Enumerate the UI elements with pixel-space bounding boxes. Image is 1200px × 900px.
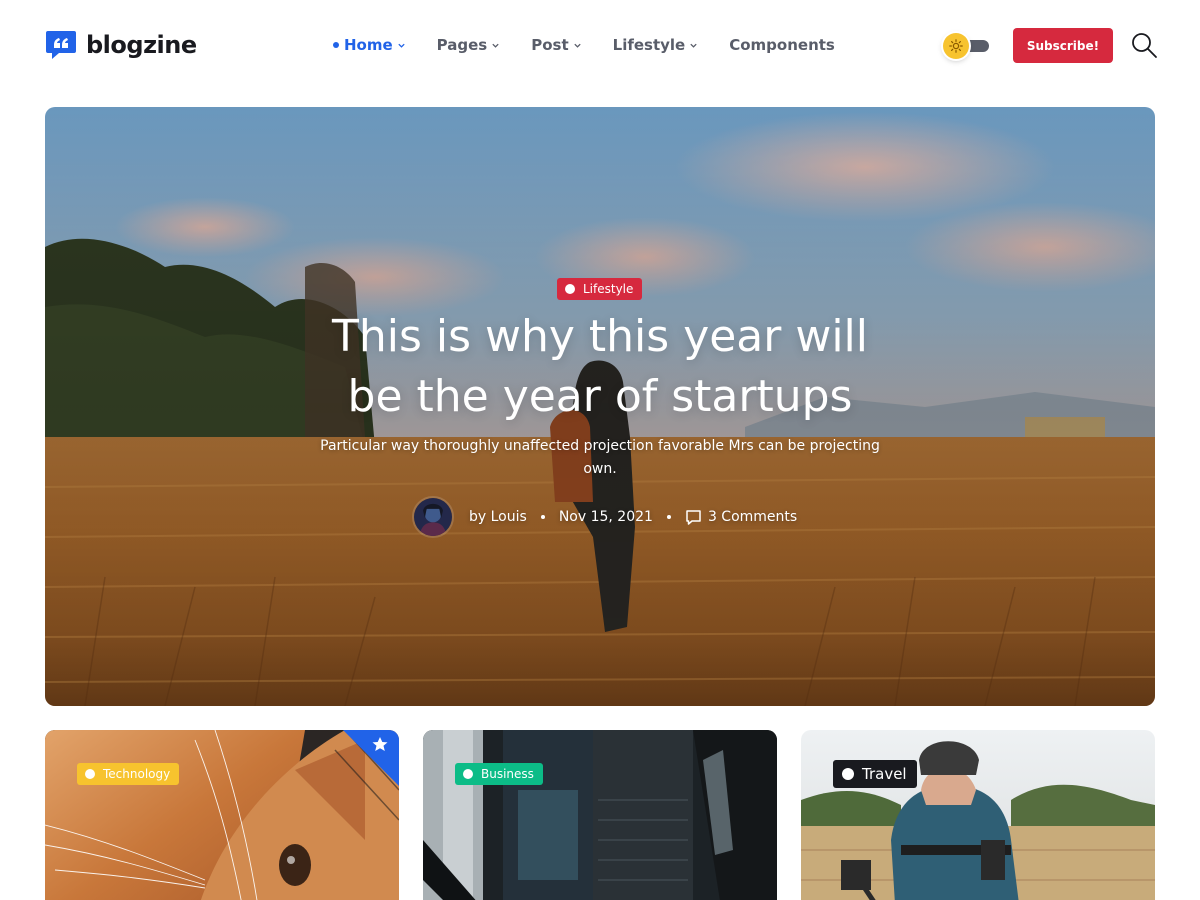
brand-logo[interactable]: blogzine	[45, 29, 197, 61]
category-badge[interactable]: Lifestyle	[557, 278, 643, 300]
nav-item-label: Pages	[436, 36, 488, 54]
post-card-travel[interactable]: Travel	[801, 730, 1155, 900]
author-avatar[interactable]	[412, 496, 454, 538]
active-dot	[333, 42, 339, 48]
chevron-down-icon	[492, 43, 499, 48]
meta-separator	[540, 515, 545, 519]
post-card-technology[interactable]: Technology	[45, 730, 399, 900]
comment-icon	[686, 509, 701, 525]
post-card-business[interactable]: Business	[423, 730, 777, 900]
nav-item-post[interactable]: Post	[531, 33, 581, 57]
hiker-image	[801, 730, 1155, 900]
post-meta: by Louis Nov 15, 2021 3 Comments	[412, 496, 797, 538]
chevron-down-icon	[573, 43, 581, 48]
featured-corner-badge	[343, 730, 399, 786]
nav-item-label: Lifestyle	[612, 36, 686, 54]
hero-content: Lifestyle This is why this year will be …	[45, 107, 1155, 706]
nav-item-label: Home	[344, 36, 393, 54]
office-image	[423, 730, 777, 900]
post-date: Nov 15, 2021	[558, 509, 653, 525]
badge-label: Technology	[103, 767, 171, 781]
nav-item-lifestyle[interactable]: Lifestyle	[613, 33, 699, 57]
subscribe-button[interactable]: Subscribe!	[1013, 28, 1113, 63]
search-icon[interactable]	[1130, 31, 1158, 59]
nav-item-label: Components	[729, 36, 835, 54]
badge-dot	[565, 284, 575, 294]
nav-item-home[interactable]: Home	[333, 33, 406, 57]
nav-item-pages[interactable]: Pages	[437, 33, 501, 57]
theme-toggle[interactable]	[941, 32, 991, 59]
hero-title-line: This is why this year will	[331, 311, 868, 362]
hero-title[interactable]: This is why this year will be the year o…	[265, 307, 935, 427]
toggle-knob	[943, 33, 969, 59]
chevron-down-icon	[398, 43, 405, 48]
brand-name: blogzine	[86, 31, 197, 59]
main-nav: Home Pages Post Lifestyle Components	[333, 33, 866, 57]
author-name[interactable]: by Louis	[469, 509, 527, 525]
chevron-down-icon	[690, 43, 697, 48]
nav-item-label: Post	[531, 36, 569, 54]
category-badge[interactable]: Travel	[833, 760, 917, 788]
site-header: blogzine Home Pages Post Lifestyle Compo…	[0, 0, 1200, 90]
badge-label: Lifestyle	[583, 282, 634, 296]
badge-dot	[842, 768, 854, 780]
meta-separator	[666, 515, 671, 519]
hero-subtitle: Particular way thoroughly unaffected pro…	[320, 438, 880, 477]
badge-dot	[463, 769, 473, 779]
category-badge[interactable]: Business	[455, 763, 543, 785]
badge-label: Business	[481, 767, 534, 781]
comments-link[interactable]: 3 Comments	[708, 509, 797, 525]
nav-item-components[interactable]: Components	[729, 33, 835, 57]
badge-label: Travel	[862, 765, 907, 783]
sun-icon	[949, 39, 963, 53]
badge-dot	[85, 769, 95, 779]
quote-bubble-icon	[46, 31, 76, 59]
category-badge[interactable]: Technology	[77, 763, 180, 785]
hero-featured-post[interactable]: Lifestyle This is why this year will be …	[45, 107, 1155, 706]
hero-title-line: be the year of startups	[347, 371, 853, 422]
